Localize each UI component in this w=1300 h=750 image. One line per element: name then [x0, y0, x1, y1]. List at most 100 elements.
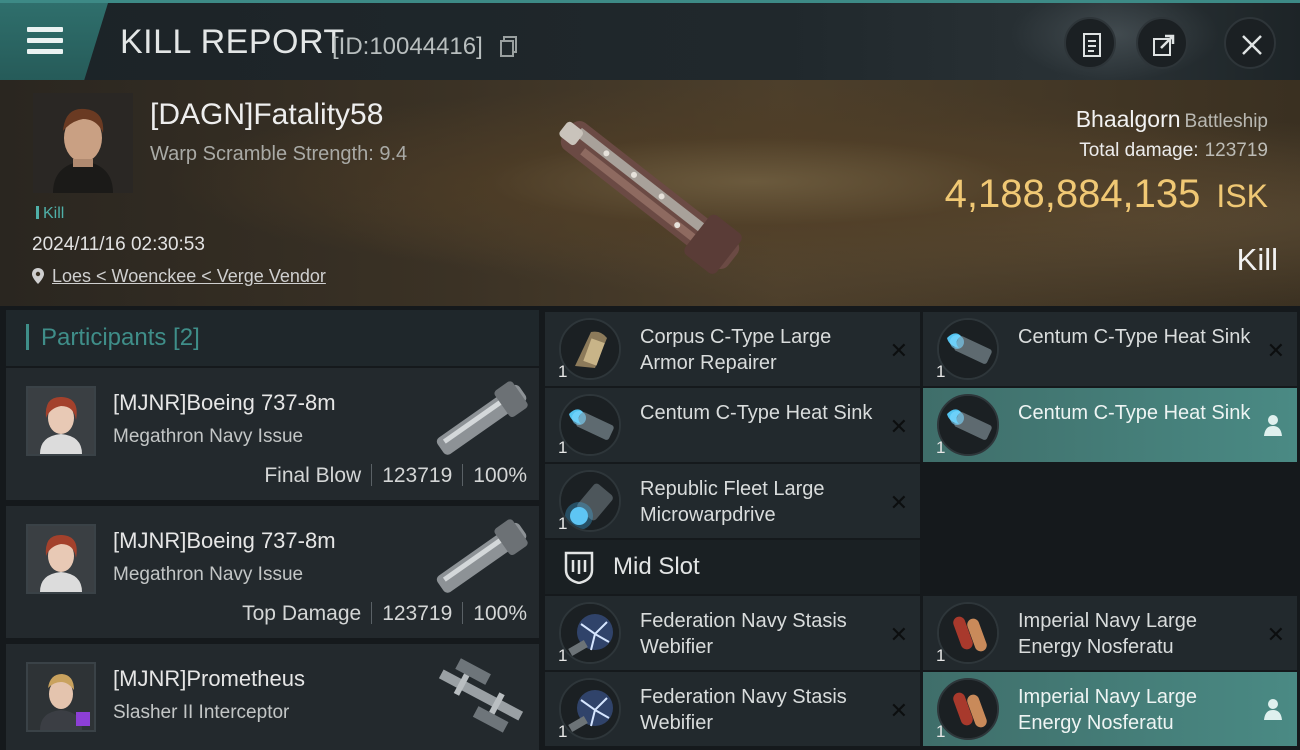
- module-name: Federation Navy Stasis Webifier: [640, 610, 847, 658]
- module-name: Imperial Navy Large Energy Nosferatu: [1018, 686, 1197, 734]
- module-quantity: 1: [558, 514, 568, 533]
- victim-ship-class: Battleship: [1184, 111, 1268, 132]
- module-quantity: 1: [936, 438, 946, 457]
- person-icon: [1264, 699, 1282, 720]
- module-item[interactable]: 1 Federation Navy Stasis Webifier ✕: [545, 672, 920, 746]
- top-bar: KILL REPORT [ID:10044416]: [0, 0, 1300, 81]
- participant-ship: Megathron Navy Issue: [113, 564, 304, 585]
- module-quantity: 1: [936, 362, 946, 381]
- destroyed-icon: ✕: [889, 414, 908, 439]
- clipboard-icon: [1083, 33, 1101, 57]
- participant-percent: 100%: [473, 464, 527, 487]
- location-pin-icon: [32, 268, 44, 284]
- module-name: Federation Navy Stasis Webifier: [640, 686, 847, 734]
- module-name: Centum C-Type Heat Sink: [1018, 326, 1251, 348]
- participant-role: Top Damage: [242, 602, 362, 625]
- participant-stats: Final Blow 123719 100%: [264, 464, 527, 488]
- participant-avatar: [26, 386, 96, 456]
- destroyed-icon: ✕: [1266, 338, 1285, 363]
- module-item[interactable]: 1 Centum C-Type Heat Sink ✕: [545, 388, 920, 462]
- destroyed-icon: ✕: [889, 622, 908, 647]
- destroyed-icon: ✕: [889, 338, 908, 363]
- module-quantity: 1: [558, 646, 568, 665]
- module-quantity: 1: [558, 362, 568, 381]
- location-link[interactable]: Loes < Woenckee < Verge Vendor: [52, 266, 326, 286]
- close-button[interactable]: [1224, 17, 1276, 69]
- participants-panel: Participants [2] [MJNR]Boeing 737-8m Meg…: [6, 310, 539, 750]
- microwarpdrive-icon: [559, 470, 621, 532]
- destroyed-icon: ✕: [889, 698, 908, 723]
- participant-card[interactable]: [MJNR]Prometheus Slasher II Interceptor: [6, 644, 539, 750]
- copy-icon[interactable]: [500, 36, 518, 58]
- close-icon: [1242, 35, 1262, 55]
- heat-sink-icon: [559, 394, 621, 456]
- clipboard-button[interactable]: [1064, 17, 1116, 69]
- report-id: [ID:10044416]: [332, 33, 483, 60]
- module-item[interactable]: 1 Republic Fleet Large Microwarpdrive ✕: [545, 464, 920, 538]
- kill-badge: Kill: [36, 205, 64, 223]
- menu-button[interactable]: [0, 3, 108, 80]
- module-item-dropped[interactable]: 1 Imperial Navy Large Energy Nosferatu: [923, 672, 1297, 746]
- share-icon: [1153, 34, 1175, 56]
- participant-avatar: [26, 524, 96, 594]
- total-damage-label: Total damage:: [1079, 140, 1199, 161]
- destroyed-icon: ✕: [889, 490, 908, 515]
- mid-slot-header: Mid Slot: [545, 540, 920, 594]
- page-title: KILL REPORT: [120, 23, 345, 61]
- module-item[interactable]: 1 Centum C-Type Heat Sink ✕: [923, 312, 1297, 386]
- participant-name[interactable]: [MJNR]Boeing 737-8m: [113, 390, 336, 416]
- victim-name[interactable]: [DAGN]Fatality58: [150, 98, 383, 132]
- participant-ship-image: [438, 658, 524, 733]
- module-item[interactable]: 1 Imperial Navy Large Energy Nosferatu ✕: [923, 596, 1297, 670]
- mid-slot-icon: [564, 551, 594, 584]
- victim-ship-name[interactable]: Bhaalgorn: [1076, 106, 1181, 132]
- participant-avatar: [26, 662, 96, 732]
- victim-ship-line: Bhaalgorn Battleship: [1076, 106, 1268, 133]
- hamburger-icon: [27, 27, 63, 60]
- module-quantity: 1: [936, 722, 946, 741]
- participant-damage: 123719: [382, 602, 453, 625]
- module-item-dropped[interactable]: 1 Centum C-Type Heat Sink: [923, 388, 1297, 462]
- module-item[interactable]: 1 Corpus C-Type Large Armor Repairer ✕: [545, 312, 920, 386]
- nosferatu-icon: [937, 678, 999, 740]
- kill-location[interactable]: Loes < Woenckee < Verge Vendor: [32, 266, 326, 287]
- heat-sink-icon: [937, 394, 999, 456]
- stasis-webifier-icon: [559, 602, 621, 664]
- participant-name[interactable]: [MJNR]Prometheus: [113, 666, 305, 692]
- mid-slot-label: Mid Slot: [613, 553, 700, 580]
- participants-header[interactable]: Participants [2]: [6, 310, 539, 366]
- participant-card[interactable]: [MJNR]Boeing 737-8m Megathron Navy Issue…: [6, 368, 539, 500]
- share-button[interactable]: [1136, 17, 1188, 69]
- participant-percent: 100%: [473, 602, 527, 625]
- participants-title: Participants [2]: [41, 324, 200, 351]
- kill-timestamp: 2024/11/16 02:30:53: [32, 234, 205, 255]
- participant-ship-image: [436, 381, 528, 455]
- armor-repairer-icon: [559, 318, 621, 380]
- victim-summary: [DAGN]Fatality58 Warp Scramble Strength:…: [0, 80, 1300, 306]
- module-item[interactable]: 1 Federation Navy Stasis Webifier ✕: [545, 596, 920, 670]
- victim-portrait[interactable]: [33, 93, 133, 193]
- person-icon: [1264, 415, 1282, 436]
- module-name: Imperial Navy Large Energy Nosferatu: [1018, 610, 1197, 658]
- participant-ship: Slasher II Interceptor: [113, 702, 290, 723]
- participant-ship: Megathron Navy Issue: [113, 426, 304, 447]
- kill-result: Kill: [1236, 242, 1278, 277]
- module-name: Republic Fleet Large Microwarpdrive: [640, 478, 825, 526]
- module-name: Centum C-Type Heat Sink: [1018, 402, 1251, 424]
- heat-sink-icon: [937, 318, 999, 380]
- total-damage-line: Total damage: 123719: [1079, 140, 1268, 162]
- participant-name[interactable]: [MJNR]Boeing 737-8m: [113, 528, 336, 554]
- participant-ship-image: [436, 519, 528, 593]
- module-quantity: 1: [558, 722, 568, 741]
- victim-ship-image: [559, 120, 742, 274]
- participant-role: Final Blow: [264, 464, 362, 487]
- participant-card[interactable]: [MJNR]Boeing 737-8m Megathron Navy Issue…: [6, 506, 539, 638]
- destroyed-icon: ✕: [1266, 622, 1285, 647]
- module-name: Corpus C-Type Large Armor Repairer: [640, 326, 832, 374]
- warp-scramble-strength: Warp Scramble Strength: 9.4: [150, 143, 408, 165]
- stasis-webifier-icon: [559, 678, 621, 740]
- participant-damage: 123719: [382, 464, 453, 487]
- isk-value: 4,188,884,135: [944, 172, 1201, 216]
- isk-unit: ISK: [1216, 178, 1268, 214]
- participant-stats: Top Damage 123719 100%: [242, 602, 527, 626]
